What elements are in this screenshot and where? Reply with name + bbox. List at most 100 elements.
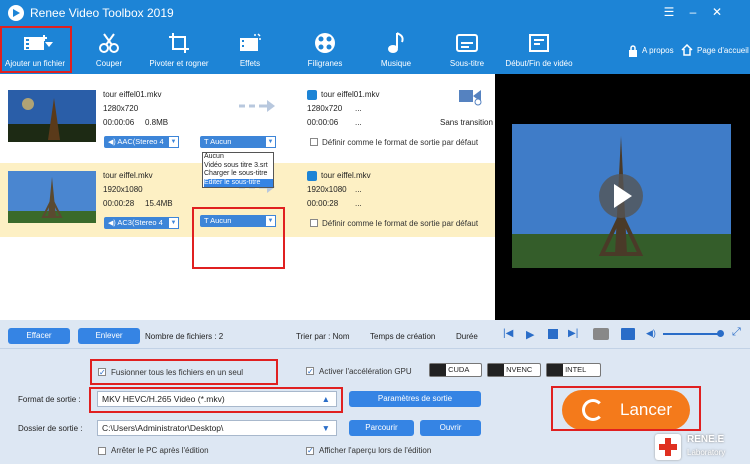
stop-icon[interactable] xyxy=(548,329,558,339)
transition-label: Sans transition xyxy=(440,118,493,127)
minimize-icon[interactable]: – xyxy=(684,4,702,20)
highlight-box xyxy=(192,207,285,269)
gpu-label: Activer l'accélération GPU xyxy=(319,367,412,376)
default-format-checkbox[interactable] xyxy=(310,138,318,146)
text-icon: T xyxy=(204,137,209,146)
cut-button[interactable]: Couper xyxy=(80,28,138,72)
app-window: Renee Video Toolbox 2019 ☰ – ✕ Ajouter u… xyxy=(0,0,750,464)
toolbar-label: Début/Fin de vidéo xyxy=(505,59,573,68)
music-note-icon xyxy=(388,32,404,53)
audio-track-value: AAC(Stereo 4 xyxy=(117,137,164,146)
next-icon[interactable]: ▶| xyxy=(568,328,578,339)
remove-button[interactable]: Enlever xyxy=(78,328,140,344)
highlight-box xyxy=(89,387,343,413)
preview-frame xyxy=(512,124,731,268)
default-format-label: Définir comme le format de sortie par dé… xyxy=(322,219,479,228)
file-duration: 00:00:28 xyxy=(103,199,135,208)
browse-button[interactable]: Parcourir xyxy=(349,420,414,436)
toolbar-label: Musique xyxy=(380,59,412,68)
dropdown-option[interactable]: Aucun xyxy=(204,153,273,162)
chevron-down-icon: ▼ xyxy=(321,423,330,433)
clear-button[interactable]: Effacer xyxy=(8,328,70,344)
output-file-name: tour eiffel01.mkv xyxy=(321,90,380,99)
subtitle-button[interactable]: Sous-titre xyxy=(438,28,496,72)
shutdown-checkbox[interactable] xyxy=(98,447,106,455)
toolbar-label: Filigranes xyxy=(307,59,343,68)
about-link[interactable]: A propos xyxy=(642,46,674,55)
app-title: Renee Video Toolbox 2019 xyxy=(30,6,174,20)
audio-track-select[interactable]: ◀) AC3(Stereo 4 ▼ xyxy=(104,217,179,229)
lock-icon xyxy=(629,45,637,57)
nvidia-icon xyxy=(488,364,504,376)
output-resolution: 1280x720 xyxy=(307,104,343,113)
volume-icon[interactable]: ◀) xyxy=(646,328,656,339)
start-end-icon xyxy=(529,34,549,52)
music-button[interactable]: Musique xyxy=(368,28,424,72)
dropdown-option[interactable]: Charger le sous-titre xyxy=(204,170,273,179)
close-icon[interactable]: ✕ xyxy=(708,4,726,20)
file-resolution: 1920x1080 xyxy=(103,185,143,194)
file-row[interactable]: tour eiffel01.mkv 1280x720 00:00:06 0.8M… xyxy=(0,82,495,156)
output-duration: 00:00:06 xyxy=(307,118,339,127)
fullscreen-icon[interactable]: ⤢ xyxy=(732,326,741,339)
dropdown-option[interactable]: Vidéo sous titre 3.srt xyxy=(204,162,273,171)
folder-select[interactable]: C:\Users\Administrator\Desktop\ ▼ xyxy=(97,420,337,436)
start-end-button[interactable]: Début/Fin de vidéo xyxy=(498,28,580,72)
toolbar-label: Couper xyxy=(95,59,123,68)
play-icon[interactable]: ▶ xyxy=(526,328,534,341)
watermark-icon xyxy=(315,33,335,53)
speaker-icon: ◀) xyxy=(108,220,116,227)
file-size: 15.4MB xyxy=(145,199,173,208)
sort-by-name[interactable]: Trier par : Nom xyxy=(296,332,350,341)
crop-icon xyxy=(169,33,189,53)
scissors-icon xyxy=(99,33,119,53)
shutdown-label: Arrêter le PC après l'édition xyxy=(111,446,209,455)
convert-arrow-icon xyxy=(239,100,275,112)
title-bar: Renee Video Toolbox 2019 ☰ – ✕ xyxy=(0,0,750,26)
video-thumbnail xyxy=(8,171,96,223)
file-size: 0.8MB xyxy=(145,118,169,127)
video-preview[interactable] xyxy=(495,74,750,320)
previous-icon[interactable]: |◀ xyxy=(503,328,513,339)
watermark-button[interactable]: Filigranes xyxy=(294,28,356,72)
audio-track-select[interactable]: ◀) AAC(Stereo 4 ▼ xyxy=(104,136,179,148)
edit-icon[interactable] xyxy=(307,171,317,181)
volume-slider-handle[interactable] xyxy=(717,330,724,337)
cuda-label: CUDA xyxy=(448,365,470,374)
file-name: tour eiffel01.mkv xyxy=(103,90,162,99)
default-format-label: Définir comme le format de sortie par dé… xyxy=(322,138,479,147)
sort-by-duration[interactable]: Durée xyxy=(456,332,478,341)
open-button[interactable]: Ouvrir xyxy=(420,420,481,436)
toolbar-label: Effets xyxy=(239,59,261,68)
home-link[interactable]: Page d'accueil xyxy=(697,46,749,55)
list-actions: Effacer Enlever Nombre de fichiers : 2 T… xyxy=(0,320,495,348)
rotate-crop-button[interactable]: Pivoter et rogner xyxy=(140,28,218,72)
intel-icon xyxy=(547,364,563,376)
cross-bar xyxy=(659,444,677,450)
file-name: tour eiffel.mkv xyxy=(103,171,153,180)
edit-icon[interactable] xyxy=(307,90,317,100)
toolbar-label: Sous-titre xyxy=(449,59,485,68)
folder-icon[interactable] xyxy=(621,328,635,340)
output-extra: ... xyxy=(355,199,362,208)
sort-by-creation[interactable]: Temps de création xyxy=(370,332,435,341)
toolbar: Ajouter un fichier Couper Pivoter et rog… xyxy=(0,26,750,74)
output-resolution: 1920x1080 xyxy=(307,185,347,194)
effects-button[interactable]: Effets xyxy=(222,28,278,72)
menu-icon[interactable]: ☰ xyxy=(660,4,678,20)
chevron-down-icon: ▼ xyxy=(168,136,179,148)
highlight-box xyxy=(551,386,701,431)
transition-icon[interactable] xyxy=(457,86,483,106)
output-extra: ... xyxy=(355,118,362,127)
player-controls: |◀ ▶ ▶| ◀) ⤢ xyxy=(495,320,750,348)
brand-name: RENE.E xyxy=(687,434,725,445)
chevron-down-icon: ▼ xyxy=(265,136,276,148)
subtitle-select[interactable]: T Aucun ▼ xyxy=(200,136,276,148)
volume-slider[interactable] xyxy=(663,333,721,335)
subtitle-icon xyxy=(456,34,478,52)
output-params-button[interactable]: Paramètres de sortie xyxy=(349,391,481,407)
default-format-checkbox[interactable] xyxy=(310,219,318,227)
nvenc-label: NVENC xyxy=(506,365,533,374)
camera-icon[interactable] xyxy=(593,328,609,340)
dropdown-option-selected[interactable]: Editer le sous-titre xyxy=(204,178,273,187)
